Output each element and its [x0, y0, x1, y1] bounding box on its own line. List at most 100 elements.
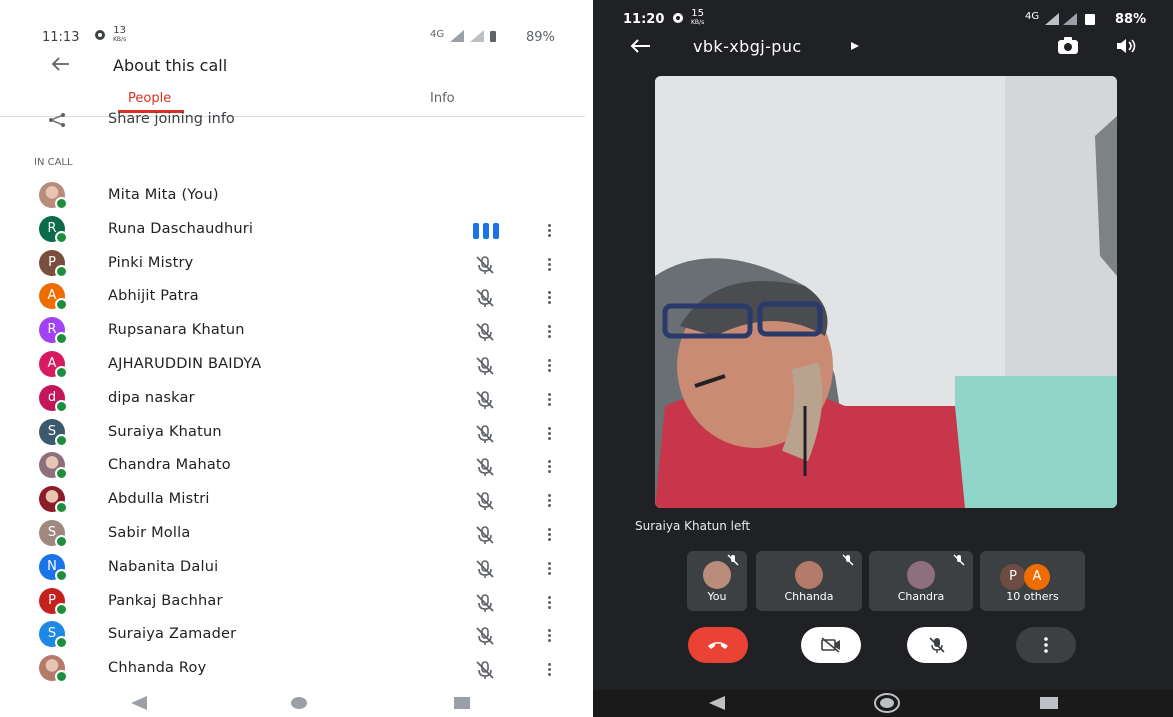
signal-icon: [450, 30, 496, 42]
avatar: P: [39, 588, 68, 616]
more-options-icon[interactable]: [544, 661, 554, 677]
online-status-dot: [55, 501, 68, 514]
nav-back-icon[interactable]: [128, 696, 150, 710]
participant-name: Runa Daschaudhuri: [108, 221, 254, 237]
tab-people[interactable]: People: [128, 91, 171, 106]
location-icon: [673, 13, 683, 23]
main-video: [655, 76, 1117, 508]
mic-off-icon: [476, 526, 494, 544]
end-call-button[interactable]: [688, 627, 748, 663]
mic-off-icon: [727, 554, 739, 566]
more-options-icon[interactable]: [544, 594, 554, 610]
participant-name: Pankaj Bachhar: [108, 593, 223, 609]
more-options-icon[interactable]: [544, 289, 554, 305]
online-status-dot: [55, 670, 68, 683]
participant-row[interactable]: Mita Mita (You): [0, 180, 585, 214]
nav-recents-icon[interactable]: [1040, 696, 1058, 710]
avatar: A: [1024, 564, 1050, 590]
kebab-icon: [1044, 637, 1048, 653]
back-arrow-icon[interactable]: [629, 38, 651, 54]
participant-row[interactable]: N Nabanita Dalui: [0, 552, 585, 586]
avatar: A: [39, 283, 68, 311]
mic-off-icon: [476, 256, 494, 274]
online-status-dot: [55, 197, 68, 210]
avatar: [39, 452, 68, 480]
share-joining-info-row[interactable]: Share joining info: [0, 108, 585, 130]
more-options-icon[interactable]: [544, 425, 554, 441]
participant-name: Chandra Mahato: [108, 457, 231, 473]
share-icon: [49, 113, 65, 127]
participant-row[interactable]: R Runa Daschaudhuri: [0, 214, 585, 248]
tile-others[interactable]: P A 10 others: [980, 551, 1085, 611]
participant-row[interactable]: Abdulla Mistri: [0, 484, 585, 518]
speaker-icon[interactable]: [1115, 38, 1137, 54]
avatar: d: [39, 385, 68, 413]
switch-camera-icon[interactable]: [1057, 36, 1079, 56]
share-joining-info-label: Share joining info: [108, 111, 235, 127]
back-arrow-icon[interactable]: [50, 56, 70, 72]
network-speed-value: 15: [691, 8, 704, 19]
participant-name: Suraiya Khatun: [108, 424, 222, 440]
nav-recents-icon[interactable]: [454, 696, 470, 710]
avatar: A: [39, 351, 68, 379]
tab-info[interactable]: Info: [430, 91, 455, 106]
camera-off-icon: [821, 637, 840, 653]
network-speed-unit: KB/s: [113, 36, 127, 43]
more-options-icon[interactable]: [544, 627, 554, 643]
online-status-dot: [55, 265, 68, 278]
participant-name: Suraiya Zamader: [108, 626, 237, 642]
participant-name: Rupsanara Khatun: [108, 322, 245, 338]
nav-back-icon[interactable]: [707, 696, 727, 710]
avatar: [907, 561, 935, 589]
location-icon: [95, 30, 105, 40]
network-type: 4G: [1025, 11, 1040, 22]
caret-right-icon[interactable]: [850, 41, 860, 51]
more-options-icon[interactable]: [544, 458, 554, 474]
section-label-in-call: IN CALL: [34, 157, 73, 168]
avatar: P: [39, 250, 68, 278]
more-options-icon[interactable]: [544, 492, 554, 508]
more-options-icon[interactable]: [544, 560, 554, 576]
more-options-icon[interactable]: [544, 256, 554, 272]
participant-row[interactable]: S Suraiya Khatun: [0, 417, 585, 451]
mic-toggle-button[interactable]: [907, 627, 967, 663]
participant-row[interactable]: R Rupsanara Khatun: [0, 315, 585, 349]
mic-off-icon: [476, 458, 494, 476]
mic-off-icon: [476, 492, 494, 510]
participant-row[interactable]: P Pankaj Bachhar: [0, 586, 585, 620]
camera-toggle-button[interactable]: [801, 627, 861, 663]
more-options-icon[interactable]: [544, 357, 554, 373]
participant-row[interactable]: Chandra Mahato: [0, 450, 585, 484]
more-options-icon[interactable]: [544, 222, 554, 238]
avatar: [39, 655, 68, 683]
participant-row[interactable]: S Suraiya Zamader: [0, 619, 585, 653]
battery-level: 89%: [526, 30, 555, 45]
mic-off-icon: [953, 554, 965, 566]
participant-row[interactable]: S Sabir Molla: [0, 518, 585, 552]
nav-home-icon[interactable]: [291, 696, 307, 710]
battery-level: 88%: [1115, 12, 1147, 27]
mic-off-icon: [476, 627, 494, 645]
more-options-button[interactable]: [1016, 627, 1076, 663]
participant-row[interactable]: Chhanda Roy: [0, 653, 585, 687]
more-options-icon[interactable]: [544, 391, 554, 407]
meeting-code[interactable]: vbk-xbgj-puc: [693, 37, 802, 56]
participant-name: Nabanita Dalui: [108, 559, 219, 575]
participant-row[interactable]: d dipa naskar: [0, 383, 585, 417]
participant-name: Chhanda Roy: [108, 660, 207, 676]
tile-you[interactable]: You: [687, 551, 747, 611]
participant-row[interactable]: A AJHARUDDIN BAIDYA: [0, 349, 585, 383]
online-status-dot: [55, 535, 68, 548]
avatar: S: [39, 520, 68, 548]
tile-chhanda[interactable]: Chhanda: [756, 551, 862, 611]
participant-row[interactable]: A Abhijit Patra: [0, 281, 585, 315]
avatar: P: [1000, 564, 1026, 590]
participant-row[interactable]: P Pinki Mistry: [0, 248, 585, 282]
nav-home-icon[interactable]: [873, 693, 901, 713]
online-status-dot: [55, 603, 68, 616]
online-status-dot: [55, 366, 68, 379]
more-options-icon[interactable]: [544, 323, 554, 339]
mic-off-icon: [842, 554, 854, 566]
tile-chandra[interactable]: Chandra: [869, 551, 973, 611]
more-options-icon[interactable]: [544, 526, 554, 542]
